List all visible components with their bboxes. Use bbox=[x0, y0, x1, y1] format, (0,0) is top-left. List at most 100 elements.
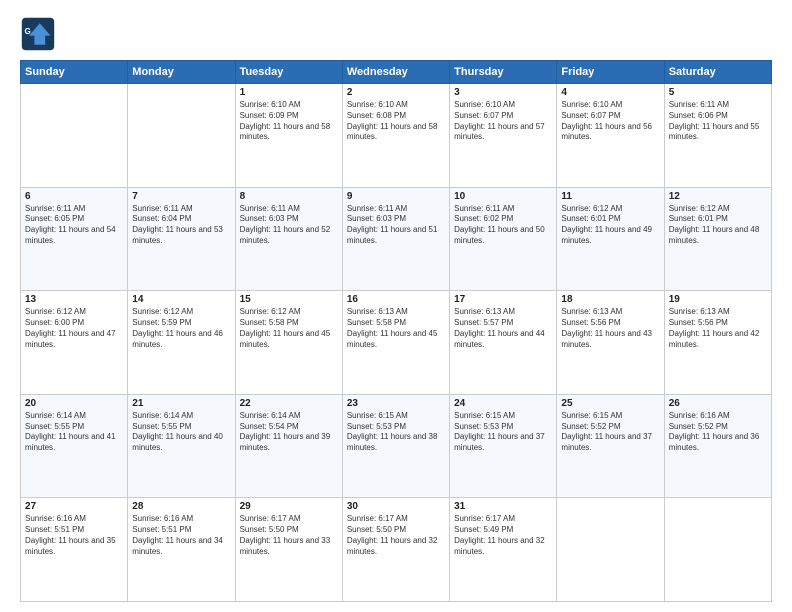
cell-info: Sunrise: 6:13 AMSunset: 5:58 PMDaylight:… bbox=[347, 307, 445, 350]
weekday-row: SundayMondayTuesdayWednesdayThursdayFrid… bbox=[21, 61, 772, 84]
calendar-cell: 15 Sunrise: 6:12 AMSunset: 5:58 PMDayligh… bbox=[235, 291, 342, 395]
weekday-header-sunday: Sunday bbox=[21, 61, 128, 84]
cell-info: Sunrise: 6:10 AMSunset: 6:08 PMDaylight:… bbox=[347, 100, 445, 143]
calendar-cell: 21 Sunrise: 6:14 AMSunset: 5:55 PMDayligh… bbox=[128, 394, 235, 498]
calendar-cell: 31 Sunrise: 6:17 AMSunset: 5:49 PMDayligh… bbox=[450, 498, 557, 602]
day-number: 1 bbox=[240, 87, 338, 98]
svg-text:G: G bbox=[25, 27, 31, 36]
day-number: 2 bbox=[347, 87, 445, 98]
cell-info: Sunrise: 6:11 AMSunset: 6:04 PMDaylight:… bbox=[132, 204, 230, 247]
cell-info: Sunrise: 6:16 AMSunset: 5:51 PMDaylight:… bbox=[25, 514, 123, 557]
page: G SundayMondayTuesdayWednesdayThursdayFr… bbox=[0, 0, 792, 612]
calendar-cell: 2 Sunrise: 6:10 AMSunset: 6:08 PMDaylight… bbox=[342, 84, 449, 188]
day-number: 8 bbox=[240, 191, 338, 202]
calendar-cell: 5 Sunrise: 6:11 AMSunset: 6:06 PMDaylight… bbox=[664, 84, 771, 188]
day-number: 21 bbox=[132, 398, 230, 409]
calendar-cell: 30Sunrise: 6:17 AMSunset: 5:50 PMDayligh… bbox=[342, 498, 449, 602]
cell-info: Sunrise: 6:13 AMSunset: 5:56 PMDaylight:… bbox=[561, 307, 659, 350]
cell-info: Sunrise: 6:13 AMSunset: 5:56 PMDaylight:… bbox=[669, 307, 767, 350]
cell-info: Sunrise: 6:12 AMSunset: 6:01 PMDaylight:… bbox=[561, 204, 659, 247]
calendar-cell bbox=[664, 498, 771, 602]
calendar-week-3: 13Sunrise: 6:12 AMSunset: 6:00 PMDayligh… bbox=[21, 291, 772, 395]
calendar-cell: 10 Sunrise: 6:11 AMSunset: 6:02 PMDayligh… bbox=[450, 187, 557, 291]
weekday-header-tuesday: Tuesday bbox=[235, 61, 342, 84]
calendar-cell: 17 Sunrise: 6:13 AMSunset: 5:57 PMDayligh… bbox=[450, 291, 557, 395]
cell-info: Sunrise: 6:16 AMSunset: 5:52 PMDaylight:… bbox=[669, 411, 767, 454]
calendar-header: SundayMondayTuesdayWednesdayThursdayFrid… bbox=[21, 61, 772, 84]
cell-info: Sunrise: 6:11 AMSunset: 6:06 PMDaylight:… bbox=[669, 100, 767, 143]
calendar-cell: 4 Sunrise: 6:10 AMSunset: 6:07 PMDaylight… bbox=[557, 84, 664, 188]
calendar-cell: 7Sunrise: 6:11 AMSunset: 6:04 PMDaylight… bbox=[128, 187, 235, 291]
cell-info: Sunrise: 6:13 AMSunset: 5:57 PMDaylight:… bbox=[454, 307, 552, 350]
day-number: 16 bbox=[347, 294, 445, 305]
cell-info: Sunrise: 6:11 AMSunset: 6:03 PMDaylight:… bbox=[240, 204, 338, 247]
calendar-week-1: 1 Sunrise: 6:10 AMSunset: 6:09 PMDaylight… bbox=[21, 84, 772, 188]
day-number: 26 bbox=[669, 398, 767, 409]
calendar-cell: 23Sunrise: 6:15 AMSunset: 5:53 PMDayligh… bbox=[342, 394, 449, 498]
day-number: 12 bbox=[669, 191, 767, 202]
day-number: 28 bbox=[132, 501, 230, 512]
cell-info: Sunrise: 6:17 AMSunset: 5:49 PMDaylight:… bbox=[454, 514, 552, 557]
calendar-cell: 29Sunrise: 6:17 AMSunset: 5:50 PMDayligh… bbox=[235, 498, 342, 602]
day-number: 5 bbox=[669, 87, 767, 98]
cell-info: Sunrise: 6:17 AMSunset: 5:50 PMDaylight:… bbox=[347, 514, 445, 557]
weekday-header-wednesday: Wednesday bbox=[342, 61, 449, 84]
day-number: 10 bbox=[454, 191, 552, 202]
day-number: 24 bbox=[454, 398, 552, 409]
day-number: 25 bbox=[561, 398, 659, 409]
day-number: 22 bbox=[240, 398, 338, 409]
day-number: 19 bbox=[669, 294, 767, 305]
calendar-cell: 28 Sunrise: 6:16 AMSunset: 5:51 PMDayligh… bbox=[128, 498, 235, 602]
cell-info: Sunrise: 6:14 AMSunset: 5:55 PMDaylight:… bbox=[25, 411, 123, 454]
day-number: 4 bbox=[561, 87, 659, 98]
weekday-header-monday: Monday bbox=[128, 61, 235, 84]
calendar-cell: 1 Sunrise: 6:10 AMSunset: 6:09 PMDaylight… bbox=[235, 84, 342, 188]
cell-info: Sunrise: 6:16 AMSunset: 5:51 PMDaylight:… bbox=[132, 514, 230, 557]
calendar-cell: 3 Sunrise: 6:10 AMSunset: 6:07 PMDaylight… bbox=[450, 84, 557, 188]
weekday-header-friday: Friday bbox=[557, 61, 664, 84]
calendar-cell: 13Sunrise: 6:12 AMSunset: 6:00 PMDayligh… bbox=[21, 291, 128, 395]
cell-info: Sunrise: 6:15 AMSunset: 5:53 PMDaylight:… bbox=[454, 411, 552, 454]
calendar-week-2: 6Sunrise: 6:11 AMSunset: 6:05 PMDaylight… bbox=[21, 187, 772, 291]
cell-info: Sunrise: 6:10 AMSunset: 6:09 PMDaylight:… bbox=[240, 100, 338, 143]
calendar-cell: 24 Sunrise: 6:15 AMSunset: 5:53 PMDayligh… bbox=[450, 394, 557, 498]
cell-info: Sunrise: 6:10 AMSunset: 6:07 PMDaylight:… bbox=[454, 100, 552, 143]
calendar-cell: 18 Sunrise: 6:13 AMSunset: 5:56 PMDayligh… bbox=[557, 291, 664, 395]
cell-info: Sunrise: 6:12 AMSunset: 6:01 PMDaylight:… bbox=[669, 204, 767, 247]
calendar-cell: 19 Sunrise: 6:13 AMSunset: 5:56 PMDayligh… bbox=[664, 291, 771, 395]
calendar-cell: 25 Sunrise: 6:15 AMSunset: 5:52 PMDayligh… bbox=[557, 394, 664, 498]
cell-info: Sunrise: 6:10 AMSunset: 6:07 PMDaylight:… bbox=[561, 100, 659, 143]
calendar-cell: 9 Sunrise: 6:11 AMSunset: 6:03 PMDaylight… bbox=[342, 187, 449, 291]
day-number: 17 bbox=[454, 294, 552, 305]
cell-info: Sunrise: 6:15 AMSunset: 5:52 PMDaylight:… bbox=[561, 411, 659, 454]
calendar-cell bbox=[557, 498, 664, 602]
cell-info: Sunrise: 6:11 AMSunset: 6:02 PMDaylight:… bbox=[454, 204, 552, 247]
day-number: 11 bbox=[561, 191, 659, 202]
calendar-body: 1 Sunrise: 6:10 AMSunset: 6:09 PMDaylight… bbox=[21, 84, 772, 602]
weekday-header-saturday: Saturday bbox=[664, 61, 771, 84]
day-number: 15 bbox=[240, 294, 338, 305]
calendar-week-4: 20 Sunrise: 6:14 AMSunset: 5:55 PMDayligh… bbox=[21, 394, 772, 498]
calendar-cell: 14 Sunrise: 6:12 AMSunset: 5:59 PMDayligh… bbox=[128, 291, 235, 395]
calendar: SundayMondayTuesdayWednesdayThursdayFrid… bbox=[20, 60, 772, 602]
day-number: 9 bbox=[347, 191, 445, 202]
cell-info: Sunrise: 6:12 AMSunset: 6:00 PMDaylight:… bbox=[25, 307, 123, 350]
calendar-cell: 22Sunrise: 6:14 AMSunset: 5:54 PMDayligh… bbox=[235, 394, 342, 498]
calendar-cell: 8 Sunrise: 6:11 AMSunset: 6:03 PMDaylight… bbox=[235, 187, 342, 291]
day-number: 31 bbox=[454, 501, 552, 512]
calendar-cell: 11 Sunrise: 6:12 AMSunset: 6:01 PMDayligh… bbox=[557, 187, 664, 291]
calendar-cell: 6Sunrise: 6:11 AMSunset: 6:05 PMDaylight… bbox=[21, 187, 128, 291]
calendar-cell: 27Sunrise: 6:16 AMSunset: 5:51 PMDayligh… bbox=[21, 498, 128, 602]
day-number: 14 bbox=[132, 294, 230, 305]
calendar-cell: 20 Sunrise: 6:14 AMSunset: 5:55 PMDayligh… bbox=[21, 394, 128, 498]
day-number: 18 bbox=[561, 294, 659, 305]
cell-info: Sunrise: 6:12 AMSunset: 5:59 PMDaylight:… bbox=[132, 307, 230, 350]
day-number: 3 bbox=[454, 87, 552, 98]
cell-info: Sunrise: 6:14 AMSunset: 5:55 PMDaylight:… bbox=[132, 411, 230, 454]
cell-info: Sunrise: 6:11 AMSunset: 6:03 PMDaylight:… bbox=[347, 204, 445, 247]
day-number: 20 bbox=[25, 398, 123, 409]
calendar-cell: 16 Sunrise: 6:13 AMSunset: 5:58 PMDayligh… bbox=[342, 291, 449, 395]
logo-icon: G bbox=[20, 16, 56, 52]
cell-info: Sunrise: 6:15 AMSunset: 5:53 PMDaylight:… bbox=[347, 411, 445, 454]
cell-info: Sunrise: 6:12 AMSunset: 5:58 PMDaylight:… bbox=[240, 307, 338, 350]
